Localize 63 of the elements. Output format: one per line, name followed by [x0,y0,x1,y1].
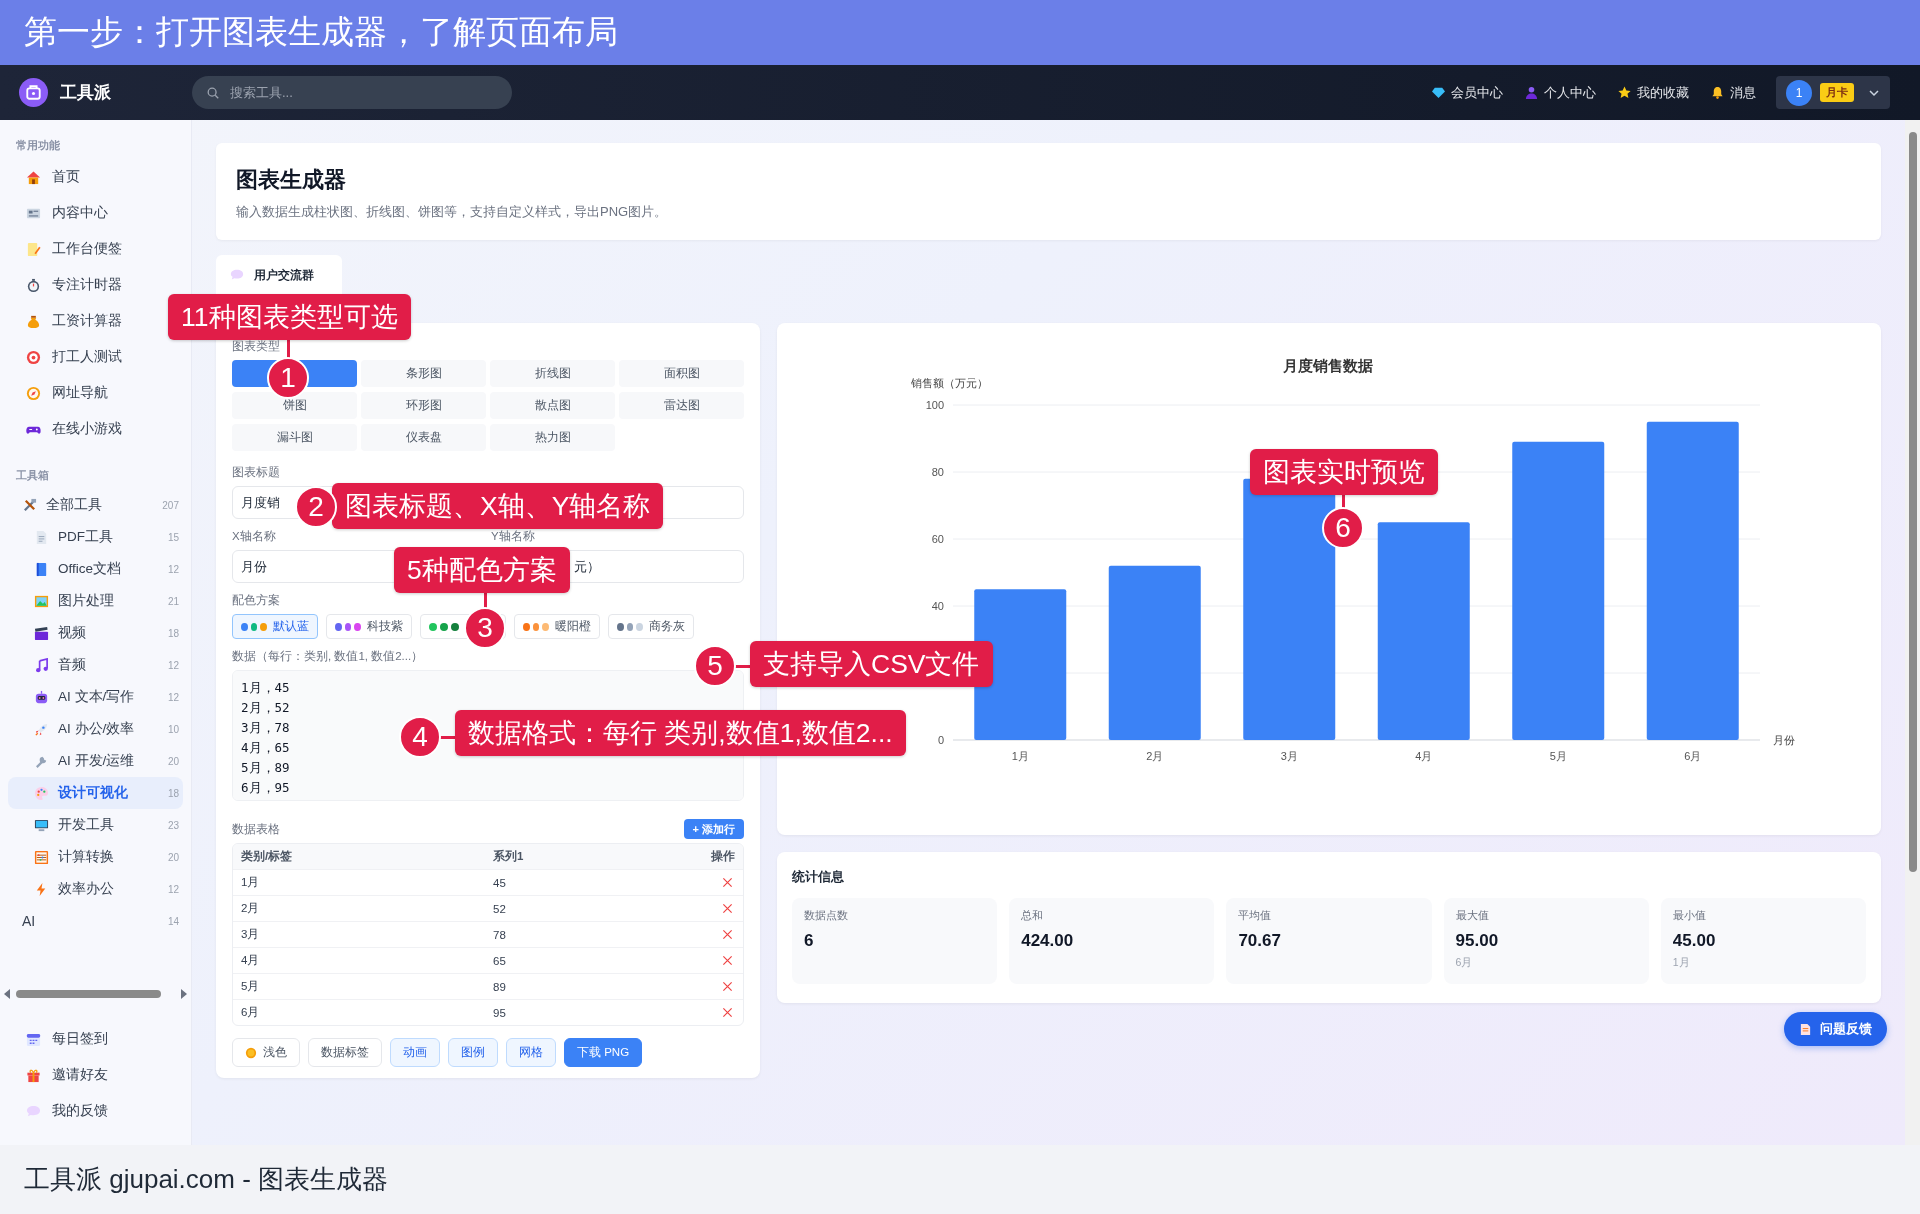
table-cell-text: 89 [492,980,507,993]
x-tick-label: 3月 [1280,750,1298,762]
stat-label: 平均值 [1238,908,1272,923]
field-label: 图表标题 [232,465,280,480]
column-header: 类别/标签 [240,849,294,864]
y-tick-label: 0 [937,734,944,746]
stats-title: 统计信息 [792,868,845,886]
table-cell-text: 52 [492,902,507,915]
table-cell-text: 3月 [240,927,261,942]
callout-tooltip: 图表标题、X轴、Y轴名称 [332,483,664,529]
y-axis-title: 销售额（万元） [911,377,988,389]
field-label: 图表类型 [232,339,280,354]
table-cell-text: 78 [492,928,507,941]
stat-label: 最小值 [1672,908,1706,923]
stat-value: 70.67 [1238,931,1281,951]
banner-title: 第一步：打开图表生成器，了解页面布局 [24,12,618,52]
section-title: 常用功能 [15,138,61,153]
column-header: 系列1 [492,849,525,864]
field-label: Y轴名称 [491,529,535,544]
section-title: 工具箱 [15,468,50,483]
x-tick-label: 4月 [1415,750,1433,762]
stat-value: 6 [804,931,814,951]
stat-label: 最大值 [1455,908,1489,923]
table-cell-text: 65 [492,954,507,967]
caption-text: 工具派 gjupai.com - 图表生成器 [24,1163,389,1196]
callout-tooltip: 支持导入CSV文件 [750,641,993,687]
callout-tooltip: 数据格式：每行 类别,数值1,数值2... [455,710,906,756]
stat-value: 95.00 [1455,931,1499,951]
column-header: 操作 [710,849,736,864]
stat-label: 总和 [1021,908,1044,923]
field-label: 配色方案 [232,593,280,608]
x-tick-label: 6月 [1684,750,1702,762]
x-tick-label: 1月 [1011,750,1029,762]
table-cell-text: 4月 [240,953,261,968]
table-cell-text: 45 [492,876,507,889]
page-subtitle: 输入数据生成柱状图、折线图、饼图等，支持自定义样式，导出PNG图片。 [236,203,669,221]
table-cell-text: 6月 [240,1005,261,1020]
y-tick-label: 100 [925,399,944,411]
stat-value: 424.00 [1021,931,1074,951]
table-cell-text: 95 [492,1006,507,1019]
x-tick-label: 2月 [1146,750,1164,762]
callout-tooltip: 图表实时预览 [1250,449,1438,495]
table-cell-text: 1月 [240,875,261,890]
page-title: 图表生成器 [236,166,347,194]
callout-tooltip: 11种图表类型可选 [168,294,411,340]
stat-label: 数据点数 [804,908,848,923]
field-label: 数据表格 [232,821,280,837]
x-tick-label: 5月 [1549,750,1567,762]
y-tick-label: 80 [931,466,944,478]
user-avatar: 1 [1786,79,1812,106]
stat-note: 1月 [1672,956,1690,970]
stat-value: 45.00 [1672,931,1716,951]
y-tick-label: 40 [931,600,944,612]
membership-badge: 月卡 [1820,83,1854,102]
field-label: 数据（每行：类别, 数值1, 数值2...） [232,649,424,664]
chart-title: 月度销售数据 [1283,358,1373,374]
field-label: X轴名称 [232,529,276,544]
x-axis-title: 月份 [1773,734,1795,746]
stat-note: 6月 [1455,956,1473,970]
callout-tooltip: 5种配色方案 [394,547,570,593]
y-tick-label: 60 [931,533,944,545]
table-cell-text: 2月 [240,901,261,916]
table-cell-text: 5月 [240,979,261,994]
